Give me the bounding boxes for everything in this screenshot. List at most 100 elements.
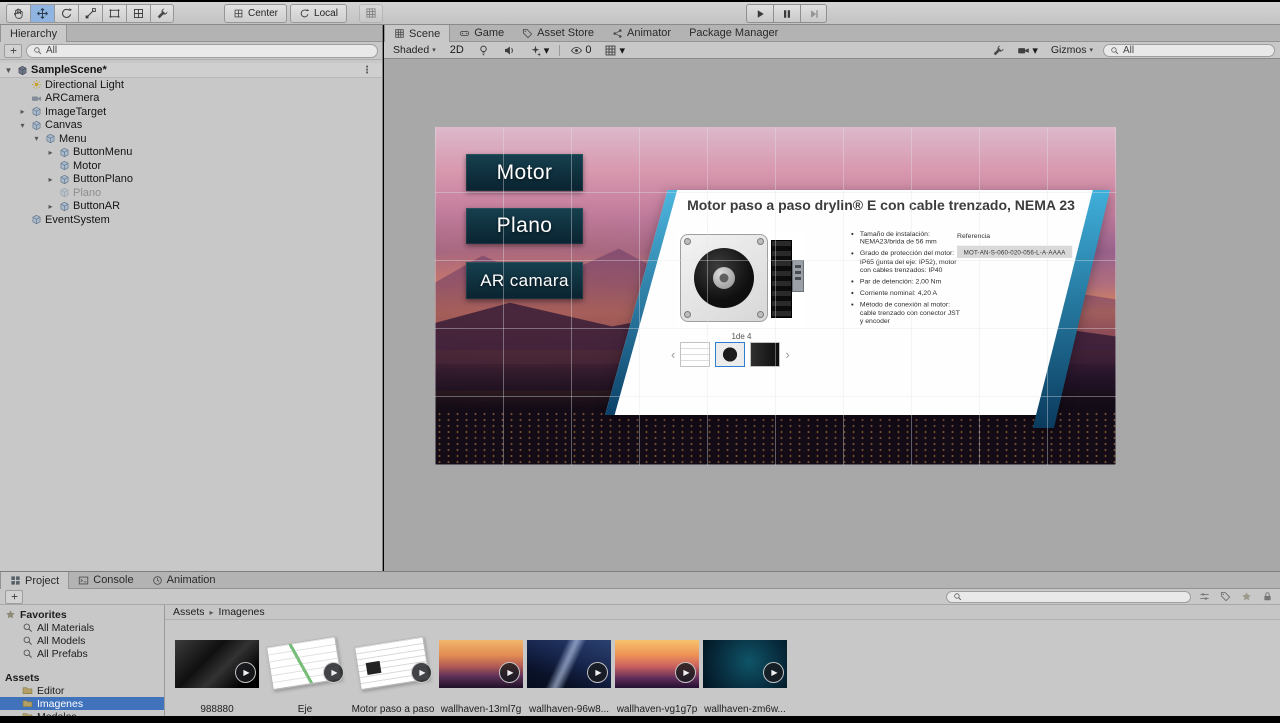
move-tool-button[interactable] (30, 3, 54, 23)
scene-search-input[interactable] (1123, 44, 1268, 56)
create-asset-button[interactable] (5, 589, 23, 604)
hierarchy-item-canvas[interactable]: ▾ Canvas (0, 119, 382, 133)
2d-toggle-button[interactable]: 2D (447, 43, 467, 58)
breadcrumb-root[interactable]: Assets (173, 606, 205, 618)
item-label: Plano (73, 186, 102, 199)
hierarchy-item-buttonmenu[interactable]: ▸ ButtonMenu (0, 146, 382, 160)
save-search-button[interactable] (1239, 590, 1254, 603)
expand-caret[interactable]: ▸ (45, 202, 56, 211)
pause-button[interactable] (773, 4, 800, 23)
project-search-input[interactable] (966, 591, 1184, 602)
hierarchy-item-motor[interactable]: Motor (0, 159, 382, 173)
expand-caret[interactable]: ▾ (31, 134, 42, 143)
light-icon (31, 79, 42, 90)
scene-search (1103, 43, 1275, 57)
favorite-label: All Prefabs (37, 647, 88, 660)
game-canvas[interactable]: Motor Plano AR camara Motor paso a paso … (435, 127, 1116, 465)
tab-scene[interactable]: Scene (384, 25, 451, 42)
tab-hierarchy[interactable]: Hierarchy (0, 25, 68, 42)
scene-lighting-toggle[interactable] (474, 43, 493, 58)
asset-item-wallhaven-vg1g7p[interactable]: ▶ wallhaven-vg1g7p (613, 640, 701, 715)
hierarchy-item-directional-light[interactable]: Directional Light (0, 78, 382, 92)
effects-dropdown[interactable]: ▾ (526, 43, 553, 58)
play-overlay-icon[interactable]: ▶ (235, 662, 256, 683)
tab-project[interactable]: Project (0, 572, 70, 589)
favorite-all-models[interactable]: All Models (0, 634, 164, 647)
favorites-header[interactable]: Favorites (0, 608, 164, 621)
carousel-thumb[interactable] (715, 342, 746, 367)
carousel-next-icon[interactable]: › (785, 348, 789, 361)
tab-animation[interactable]: Animation (143, 572, 225, 588)
carousel-thumb[interactable] (680, 342, 711, 367)
space-toggle-button[interactable]: Local (290, 3, 347, 23)
hierarchy-item-menu[interactable]: ▾ Menu (0, 132, 382, 146)
carousel-thumb[interactable] (750, 342, 781, 367)
expand-caret[interactable]: ▸ (17, 107, 28, 116)
favorite-all-prefabs[interactable]: All Prefabs (0, 647, 164, 660)
play-button[interactable] (746, 4, 773, 23)
asset-item-wallhaven-13ml7g[interactable]: ▶ wallhaven-13ml7g (437, 640, 525, 715)
assets-root-folder[interactable]: Assets (0, 671, 164, 684)
tab-animator[interactable]: Animator (603, 25, 680, 41)
game-button-ar-camara[interactable]: AR camara (466, 262, 583, 299)
search-by-label-button[interactable] (1218, 590, 1233, 603)
asset-item-motor-paso-a-paso[interactable]: ▶ Motor paso a paso (349, 635, 437, 715)
pivot-toggle-button[interactable]: Center (224, 3, 288, 23)
hierarchy-item-plano[interactable]: Plano (0, 186, 382, 200)
hierarchy-item-imagetarget[interactable]: ▸ ImageTarget (0, 105, 382, 119)
search-by-type-button[interactable] (1197, 590, 1212, 603)
wrench-icon (156, 7, 169, 20)
hierarchy-item-buttonplano[interactable]: ▸ ButtonPlano (0, 173, 382, 187)
shading-mode-dropdown[interactable]: Shaded ▾ (389, 43, 440, 58)
hierarchy-toolbar (0, 42, 382, 60)
play-overlay-icon[interactable]: ▶ (763, 662, 784, 683)
hand-tool-button[interactable] (6, 3, 30, 23)
folder-imagenes[interactable]: Imagenes (0, 697, 164, 710)
custom-tool-button[interactable] (150, 3, 174, 23)
breadcrumb-current[interactable]: Imagenes (219, 606, 265, 618)
camera-settings-dropdown[interactable]: ▾ (1014, 43, 1041, 58)
hierarchy-item-eventsystem[interactable]: EventSystem (0, 213, 382, 227)
snap-settings-button[interactable] (358, 3, 383, 23)
lock-button[interactable] (1260, 590, 1275, 603)
play-overlay-icon[interactable]: ▶ (675, 662, 696, 683)
expand-caret[interactable]: ▸ (45, 175, 56, 184)
play-overlay-icon[interactable]: ▶ (587, 662, 608, 683)
expand-caret[interactable]: ▼ (3, 66, 14, 75)
hierarchy-search-input[interactable] (46, 45, 371, 56)
step-icon (808, 8, 820, 20)
game-button-motor[interactable]: Motor (466, 154, 583, 191)
editor-tools-button[interactable] (989, 43, 1008, 58)
tab-asset-store[interactable]: Asset Store (513, 25, 603, 41)
expand-caret[interactable]: ▾ (17, 121, 28, 130)
favorite-all-materials[interactable]: All Materials (0, 621, 164, 634)
tab-package-manager[interactable]: Package Manager (680, 25, 787, 41)
expand-caret[interactable]: ▸ (45, 148, 56, 157)
asset-item-wallhaven-96w8[interactable]: ▶ wallhaven-96w8... (525, 640, 613, 715)
asset-item-wallhaven-zm6w[interactable]: ▶ wallhaven-zm6w... (701, 640, 789, 715)
scene-audio-toggle[interactable] (500, 43, 519, 58)
grid-settings-dropdown[interactable]: ▾ (601, 43, 628, 58)
scale-tool-button[interactable] (78, 3, 102, 23)
hierarchy-item-buttonar[interactable]: ▸ ButtonAR (0, 200, 382, 214)
hierarchy-item-samplescene[interactable]: ▼ SampleScene* ⋮ (0, 63, 382, 78)
scene-options-icon[interactable]: ⋮ (362, 65, 372, 76)
scene-visibility-toggle[interactable]: 0 (567, 43, 594, 58)
create-object-button[interactable] (4, 43, 22, 58)
asset-item-eje[interactable]: ▶ Eje (261, 635, 349, 715)
gizmos-dropdown[interactable]: Gizmos ▾ (1047, 43, 1097, 58)
hierarchy-item-arcamera[interactable]: ARCamera (0, 92, 382, 106)
game-button-plano[interactable]: Plano (466, 208, 583, 244)
carousel-prev-icon[interactable]: ‹ (671, 348, 675, 361)
play-overlay-icon[interactable]: ▶ (499, 662, 520, 683)
folder-editor[interactable]: Editor (0, 684, 164, 697)
play-overlay-icon[interactable]: ▶ (411, 662, 432, 683)
step-button[interactable] (800, 4, 827, 23)
rotate-tool-button[interactable] (54, 3, 78, 23)
tab-game[interactable]: Game (450, 25, 513, 41)
asset-item-988880[interactable]: ▶ 988880 (173, 640, 261, 715)
play-overlay-icon[interactable]: ▶ (323, 662, 344, 683)
rect-tool-button[interactable] (102, 3, 126, 23)
transform-tool-button[interactable] (126, 3, 150, 23)
tab-console[interactable]: Console (69, 572, 142, 588)
